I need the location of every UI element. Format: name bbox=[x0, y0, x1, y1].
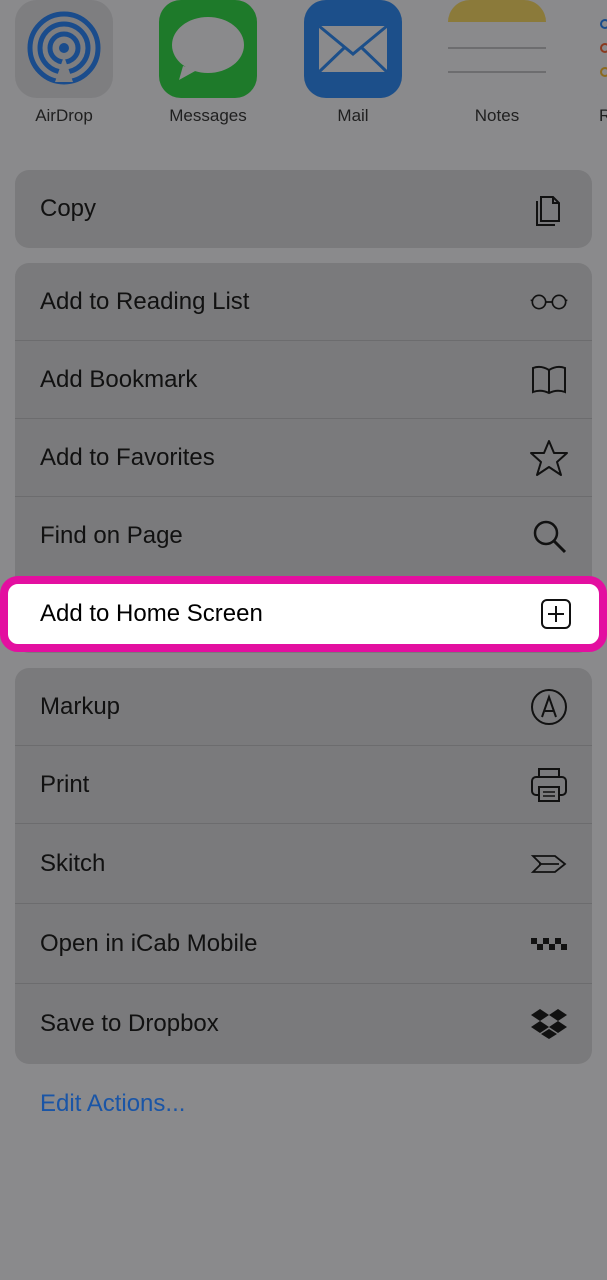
action-label: Find on Page bbox=[40, 522, 183, 549]
action-open-in-icab[interactable]: Open in iCab Mobile bbox=[15, 904, 592, 984]
dropbox-icon bbox=[528, 1003, 570, 1045]
action-label: Add to Home Screen bbox=[40, 600, 263, 627]
action-label: Add to Favorites bbox=[40, 443, 215, 471]
printer-icon bbox=[528, 764, 570, 806]
notes-icon bbox=[448, 0, 546, 98]
action-find-on-page[interactable]: Find on Page bbox=[15, 497, 592, 575]
app-messages[interactable]: Messages bbox=[153, 0, 263, 125]
action-label: Save to Dropbox bbox=[40, 1010, 219, 1037]
app-notes[interactable]: Notes bbox=[442, 0, 552, 125]
action-label: Copy bbox=[40, 195, 97, 222]
app-label: AirDrop bbox=[35, 106, 93, 125]
action-add-to-favorites[interactable]: Add to Favorites bbox=[15, 419, 592, 497]
app-label: R bbox=[599, 106, 607, 125]
airdrop-icon bbox=[15, 0, 113, 98]
action-markup[interactable]: Markup bbox=[15, 668, 592, 746]
action-label: Skitch bbox=[40, 849, 106, 877]
action-save-to-dropbox[interactable]: Save to Dropbox bbox=[15, 984, 592, 1064]
edit-actions-link[interactable]: Edit Actions... bbox=[40, 1090, 185, 1118]
markup-icon bbox=[528, 686, 570, 728]
messages-icon bbox=[159, 0, 257, 98]
extensions-group: Markup Print Skitch Open in iCab Mobile … bbox=[15, 668, 592, 1064]
search-icon bbox=[528, 515, 570, 557]
action-add-to-reading-list[interactable]: Add to Reading List bbox=[15, 263, 592, 341]
copy-group: Copy bbox=[15, 170, 592, 248]
action-add-bookmark[interactable]: Add Bookmark bbox=[15, 341, 592, 419]
plus-square-icon bbox=[535, 593, 577, 635]
star-icon bbox=[528, 437, 570, 479]
app-label: Mail bbox=[337, 106, 369, 125]
mail-icon bbox=[304, 0, 402, 98]
app-mail[interactable]: Mail bbox=[298, 0, 408, 125]
book-icon bbox=[528, 359, 570, 401]
action-add-to-home-screen[interactable]: Add to Home Screen bbox=[0, 576, 607, 652]
share-apps-row: AirDrop Messages Mail Notes R bbox=[0, 0, 607, 140]
action-label: Open in iCab Mobile bbox=[40, 929, 258, 957]
action-label: Print bbox=[40, 770, 90, 798]
app-reminders[interactable]: R bbox=[587, 0, 607, 125]
copy-icon bbox=[528, 188, 570, 230]
icab-icon bbox=[528, 923, 570, 965]
glasses-icon bbox=[528, 281, 570, 323]
action-copy[interactable]: Copy bbox=[15, 170, 592, 248]
action-label: Add Bookmark bbox=[40, 365, 198, 393]
app-label: Notes bbox=[474, 106, 520, 125]
action-skitch[interactable]: Skitch bbox=[15, 824, 592, 904]
action-print[interactable]: Print bbox=[15, 746, 592, 824]
reminders-icon bbox=[587, 0, 607, 98]
app-airdrop[interactable]: AirDrop bbox=[9, 0, 119, 125]
action-label: Markup bbox=[40, 692, 121, 720]
action-label: Add to Reading List bbox=[40, 287, 250, 315]
skitch-icon bbox=[528, 843, 570, 885]
app-label: Messages bbox=[169, 106, 247, 125]
